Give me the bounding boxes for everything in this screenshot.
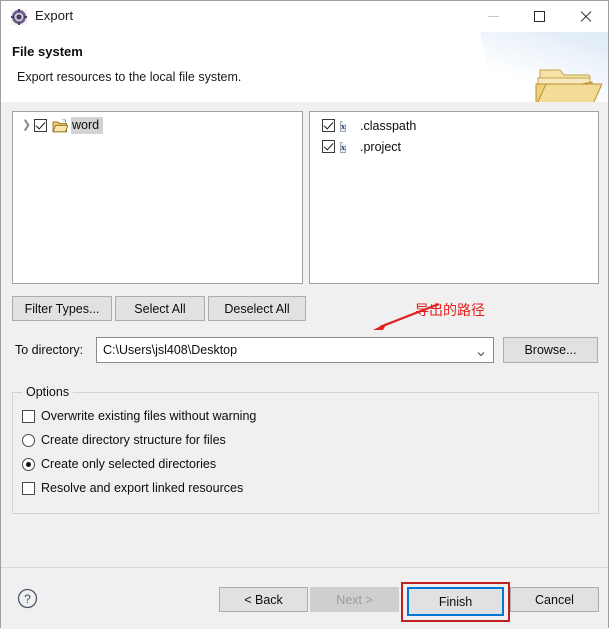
wizard-banner: File system Export resources to the loca… [1,32,608,103]
option-checkbox[interactable] [22,481,35,495]
list-item[interactable]: x .project [310,136,598,157]
resource-list-panel[interactable]: x .classpath x .project [309,111,599,284]
option-radio-selected[interactable] [22,457,35,471]
option-radio[interactable] [22,433,35,447]
browse-button[interactable]: Browse... [503,337,598,363]
tree-item-checkbox[interactable] [34,119,47,132]
list-item-checkbox[interactable] [322,140,335,153]
option-create-only-selected-directories[interactable]: Create only selected directories [22,457,216,471]
list-item-label: .project [360,139,401,154]
tree-item-label: word [71,117,104,134]
annotation-highlight-box [401,582,510,622]
svg-text:?: ? [24,592,31,606]
to-directory-combobox[interactable]: C:\Users\jsl408\Desktop [96,337,494,363]
option-overwrite-existing-files[interactable]: Overwrite existing files without warning [22,409,256,423]
back-button[interactable]: < Back [219,587,308,612]
select-all-button[interactable]: Select All [115,296,205,321]
list-item[interactable]: x .classpath [310,115,598,136]
project-folder-icon [52,118,69,134]
source-tree-panel[interactable]: ❯ word [12,111,303,284]
option-label: Overwrite existing files without warning [41,409,257,423]
minimize-icon [487,16,499,17]
xml-file-glyph: x [340,141,346,153]
options-legend: Options [22,385,74,399]
xml-file-glyph: x [340,120,346,132]
close-icon [579,10,592,23]
export-wizard-icon [11,9,27,25]
option-label: Create only selected directories [41,457,217,471]
maximize-icon [533,11,545,22]
open-folder-icon [522,60,603,102]
close-button[interactable] [562,1,608,32]
maximize-button[interactable] [516,1,562,32]
help-icon[interactable]: ? [17,588,38,609]
next-button: Next > [310,587,399,612]
list-item-label: .classpath [360,118,417,133]
filter-types-button[interactable]: Filter Types... [12,296,112,321]
chevron-down-icon[interactable] [477,347,485,357]
page-description: Export resources to the local file syste… [17,70,242,84]
to-directory-label: To directory: [15,343,84,357]
xml-file-icon: x [340,139,356,155]
tree-item-word[interactable]: ❯ word [13,115,302,136]
option-checkbox[interactable] [22,409,35,423]
to-directory-value: C:\Users\jsl408\Desktop [103,343,238,357]
options-group: Options Overwrite existing files without… [12,385,599,514]
cancel-button[interactable]: Cancel [510,587,599,612]
xml-file-icon: x [340,118,356,134]
option-resolve-linked-resources[interactable]: Resolve and export linked resources [22,481,243,495]
chevron-right-icon[interactable]: ❯ [19,120,34,131]
minimize-button[interactable] [470,1,516,32]
option-label: Create directory structure for files [41,433,226,447]
deselect-all-button[interactable]: Deselect All [208,296,306,321]
export-wizard-dialog: Export File system Export resources to t… [0,0,609,629]
list-item-checkbox[interactable] [322,119,335,132]
window-title: Export [35,8,74,23]
title-bar: Export [1,1,608,33]
annotation-arrow-icon [369,301,443,333]
option-label: Resolve and export linked resources [41,481,244,495]
page-title: File system [12,44,83,59]
wizard-page-body: ❯ word x .classpath x .project Filter Ty… [1,102,608,567]
option-create-directory-structure[interactable]: Create directory structure for files [22,433,226,447]
